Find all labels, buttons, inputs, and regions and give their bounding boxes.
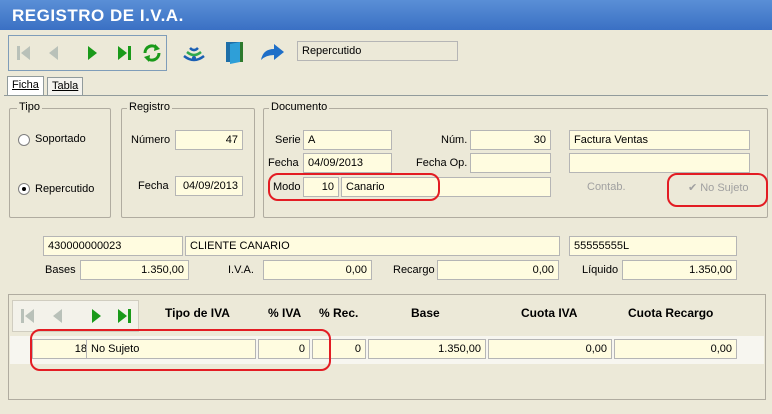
col-header-pct-rec: % Rec. — [319, 306, 359, 320]
col-header-pct-iva: % IVA — [268, 306, 302, 320]
fecha-op-label: Fecha Op. — [416, 157, 468, 169]
tab-ficha[interactable]: Ficha — [7, 76, 44, 96]
serie-field[interactable]: A — [303, 130, 392, 150]
col-header-cuota-iva: Cuota IVA — [521, 306, 578, 320]
tab-ficha-label: Ficha — [12, 79, 39, 91]
fecha-op-field[interactable] — [470, 153, 551, 173]
last-icon — [118, 46, 131, 60]
row-base-cell[interactable]: 1.350,00 — [368, 339, 486, 359]
door-icon — [226, 42, 243, 64]
recargo-field: 0,00 — [437, 260, 559, 280]
num-label: Núm. — [441, 134, 468, 146]
cliente-name-field[interactable]: CLIENTE CANARIO — [185, 236, 560, 256]
first-icon — [21, 309, 34, 323]
next-icon — [92, 309, 101, 323]
previous-icon — [53, 309, 62, 323]
next-icon — [88, 46, 97, 60]
iva-label: I.V.A. — [228, 264, 254, 276]
col-header-cuota-recargo: Cuota Recargo — [628, 306, 714, 320]
first-icon — [17, 46, 30, 60]
mode-display-field: Repercutido — [297, 41, 458, 61]
repercutido-label: Repercutido — [35, 183, 95, 195]
liquido-field: 1.350,00 — [622, 260, 737, 280]
doc-description2-field[interactable] — [569, 153, 750, 173]
row-cuota-recargo-cell[interactable]: 0,00 — [614, 339, 737, 359]
documento-group-title: Documento — [269, 101, 330, 113]
tab-tabla-label: Tabla — [52, 80, 79, 92]
highlight-no-sujeto — [667, 173, 768, 207]
grid-nav-toolbar — [12, 300, 139, 332]
iva-field: 0,00 — [263, 260, 372, 280]
tipo-group — [9, 108, 111, 218]
last-record-button[interactable] — [113, 42, 135, 64]
doc-fecha-field[interactable]: 04/09/2013 — [303, 153, 392, 173]
serie-label: Serie — [275, 134, 301, 146]
tab-tabla[interactable]: Tabla — [47, 77, 84, 95]
soportado-label: Soportado — [35, 133, 86, 145]
registro-group-title: Registro — [127, 101, 172, 113]
previous-icon — [49, 46, 58, 60]
col-header-tipo: Tipo de IVA — [165, 306, 230, 320]
refresh-button[interactable] — [141, 42, 163, 64]
tipo-group-title: Tipo — [17, 101, 42, 113]
next-record-button[interactable] — [81, 42, 103, 64]
highlight-grid-row — [30, 329, 331, 371]
last-icon — [118, 309, 131, 323]
highlight-modo — [268, 173, 440, 201]
bases-field: 1.350,00 — [80, 260, 189, 280]
grid-last-button[interactable] — [113, 305, 135, 327]
window-title: REGISTRO DE I.V.A. — [0, 0, 772, 30]
registro-fecha-label: Fecha — [138, 180, 169, 192]
grid-first-button[interactable] — [17, 305, 39, 327]
numero-field[interactable]: 47 — [175, 130, 243, 150]
broadcast-button[interactable] — [180, 38, 208, 66]
arrow-right-icon — [261, 44, 284, 60]
registro-group — [121, 108, 255, 218]
forward-button[interactable] — [258, 40, 286, 66]
row-cuota-iva-cell[interactable]: 0,00 — [488, 339, 612, 359]
exit-button[interactable] — [222, 38, 248, 66]
registro-fecha-field[interactable]: 04/09/2013 — [175, 176, 243, 196]
soportado-radio[interactable] — [18, 134, 30, 146]
numero-label: Número — [131, 134, 171, 146]
signal-icon — [183, 47, 205, 62]
num-field[interactable]: 30 — [470, 130, 551, 150]
cliente-nif-field[interactable]: 55555555L — [569, 236, 737, 256]
nav-toolbar — [8, 35, 167, 71]
contab-label: Contab. — [587, 181, 626, 193]
liquido-label: Líquido — [582, 264, 619, 276]
repercutido-radio[interactable] — [18, 183, 30, 195]
doc-description-field[interactable]: Factura Ventas — [569, 130, 750, 150]
recargo-label: Recargo — [393, 264, 435, 276]
cliente-account-field[interactable]: 430000000023 — [43, 236, 183, 256]
grid-previous-button[interactable] — [47, 305, 69, 327]
grid-next-button[interactable] — [85, 305, 107, 327]
refresh-icon — [143, 44, 161, 62]
bases-label: Bases — [45, 264, 76, 276]
previous-record-button[interactable] — [43, 42, 65, 64]
doc-fecha-label: Fecha — [268, 157, 299, 169]
col-header-base: Base — [411, 306, 440, 320]
first-record-button[interactable] — [13, 42, 35, 64]
tab-divider — [4, 95, 768, 96]
